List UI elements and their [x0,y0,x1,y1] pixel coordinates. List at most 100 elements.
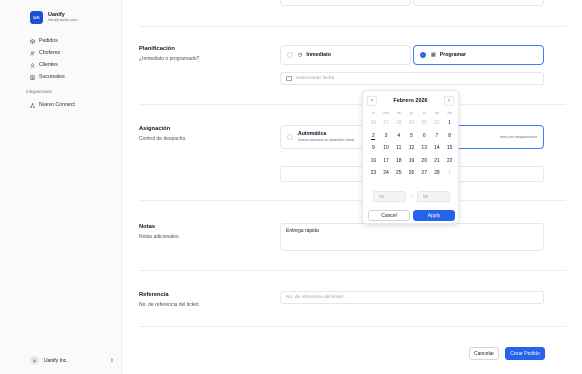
sidebar: UA Uanify info@uanify.com Pedidos Chofer… [0,0,122,374]
calendar-day[interactable]: 2 [367,130,380,143]
calendar-day[interactable]: 26 [405,167,418,180]
calendar-day[interactable]: 13 [418,142,431,155]
sidebar-item-clientes[interactable]: Clientes [30,59,118,71]
calendar-day[interactable]: 31 [431,117,444,130]
reference-input[interactable]: No. de referencia del ticket... [280,291,544,304]
user-icon [30,62,35,68]
sidebar-item-label: Sucursales [39,74,65,80]
calendar-day[interactable]: 20 [418,155,431,168]
reference-desc: No. de referencia del ticket. [139,302,200,308]
divider [139,270,566,271]
main-content: Planificación ¿Inmediato o programado? ◷… [123,0,582,374]
option-scheduled[interactable]: ▦ Programar [413,45,544,65]
sidebar-item-label: Pedidos [39,38,58,44]
sidebar-item-choferes[interactable]: Choferes [30,47,118,59]
calendar-icon: ▦ [431,52,436,58]
brand[interactable]: UA Uanify info@uanify.com [30,11,78,24]
calendar-day[interactable]: 1 [443,167,456,180]
calendar-day[interactable]: 17 [380,155,393,168]
calendar-day[interactable]: 5 [405,130,418,143]
calendar-day[interactable]: 4 [392,130,405,143]
calendar-day[interactable]: 24 [380,167,393,180]
weekday-label: mi [396,111,401,115]
calendar-day[interactable]: 14 [431,142,444,155]
calendar-day[interactable]: 23 [367,167,380,180]
box-icon [30,38,35,44]
calendar-day[interactable]: 21 [431,155,444,168]
calendar-day[interactable]: 29 [405,117,418,130]
sidebar-item-sucursales[interactable]: Sucursales [30,71,118,83]
calendar-day[interactable]: 19 [405,155,418,168]
chevrons-updown-icon: ⇕ [109,357,114,364]
calendar-day[interactable]: 28 [392,117,405,130]
brand-email: info@uanify.com [48,17,78,23]
calendar-day[interactable]: 28 [431,167,444,180]
calendar-day[interactable]: 30 [418,117,431,130]
calendar-day[interactable]: 22 [443,155,456,168]
network-icon [30,102,35,108]
calendar-day[interactable]: 3 [380,130,393,143]
create-order-button[interactable]: Crear Pedido [505,347,545,360]
cancel-button[interactable]: Cancelar [469,347,499,360]
calendar-day[interactable]: 25 [392,167,405,180]
calendar-cancel-button[interactable]: Cancel [368,210,410,221]
calendar-day[interactable]: 9 [367,142,380,155]
divider [139,326,566,327]
calendar-day[interactable]: 18 [392,155,405,168]
assignment-desc: Control de despacho. [139,136,187,142]
chevron-left-icon[interactable]: ‹ [367,96,377,106]
divider [139,200,566,201]
calendar-month-label: Febrero 2026 [393,98,428,104]
clock-icon: ◷ [298,52,303,58]
minute-input[interactable]: 00 [416,191,450,202]
reference-title: Referencia [139,292,169,298]
weekday-label: vi [422,111,426,115]
hour-placeholder: 00 [379,194,385,199]
calendar-day[interactable]: 26 [367,117,380,130]
planning-title: Planificación [139,46,175,52]
hour-input[interactable]: 00 [373,191,406,202]
notes-textarea[interactable]: Entrega rápida [280,223,544,251]
time-separator: : [410,193,413,200]
date-picker-input[interactable]: Seleccionar fecha [280,72,544,85]
calendar-day[interactable]: 12 [405,142,418,155]
org-switcher[interactable]: UI Uanify Inc. ⇕ [30,356,114,365]
calendar-grid: lu ma mi ju vi sá do 26 27 28 29 30 31 1 2 3 4 5 6 7 8 9 10 11 1… [367,109,456,180]
store-icon [30,74,35,80]
weekday-label: do [447,111,452,115]
sidebar-item-label: Nuevo Connect [39,102,75,108]
chevron-right-icon[interactable]: › [444,96,454,106]
time-row: 00 : 00 [373,191,450,202]
calendar-day[interactable]: 10 [380,142,393,155]
calendar-day[interactable]: 11 [392,142,405,155]
radio-auto[interactable] [287,134,293,140]
option-scheduled-label: Programar [439,52,466,58]
calendar-day[interactable]: 7 [431,130,444,143]
calendar-day[interactable]: 27 [418,167,431,180]
calendar-day[interactable]: 16 [367,155,380,168]
calendar-day[interactable]: 6 [418,130,431,143]
org-name: Uanify Inc. [44,357,68,364]
assignment-title: Asignación [139,126,171,132]
radio-scheduled[interactable] [420,52,426,58]
reference-placeholder: No. de referencia del ticket... [286,295,348,300]
minute-placeholder: 00 [422,194,428,199]
weekday-label: ju [410,111,413,115]
radio-immediate[interactable] [287,52,293,58]
previous-option-card-left[interactable] [280,0,411,6]
calendar-apply-button[interactable]: Apply [413,210,455,221]
sidebar-item-label: Choferes [39,50,61,56]
calendar-day[interactable]: 27 [380,117,393,130]
calendar-day[interactable]: 1 [443,117,456,130]
option-immediate[interactable]: ◷ Inmediato [280,45,411,65]
calendar-day[interactable]: 8 [443,130,456,143]
sidebar-item-nuevo-connect[interactable]: Nuevo Connect [30,99,118,111]
notes-value: Entrega rápida [286,228,319,234]
weekday-label: lu [371,111,375,115]
sidebar-item-pedidos[interactable]: Pedidos [30,35,118,47]
date-picker-popover: ‹ Febrero 2026 › lu ma mi ju vi sá do 26 27 28 29 3… [362,90,459,224]
divider [139,26,566,27]
calendar-day[interactable]: 15 [443,142,456,155]
previous-option-card-right[interactable] [413,0,544,6]
weekday-label: ma [383,111,389,115]
